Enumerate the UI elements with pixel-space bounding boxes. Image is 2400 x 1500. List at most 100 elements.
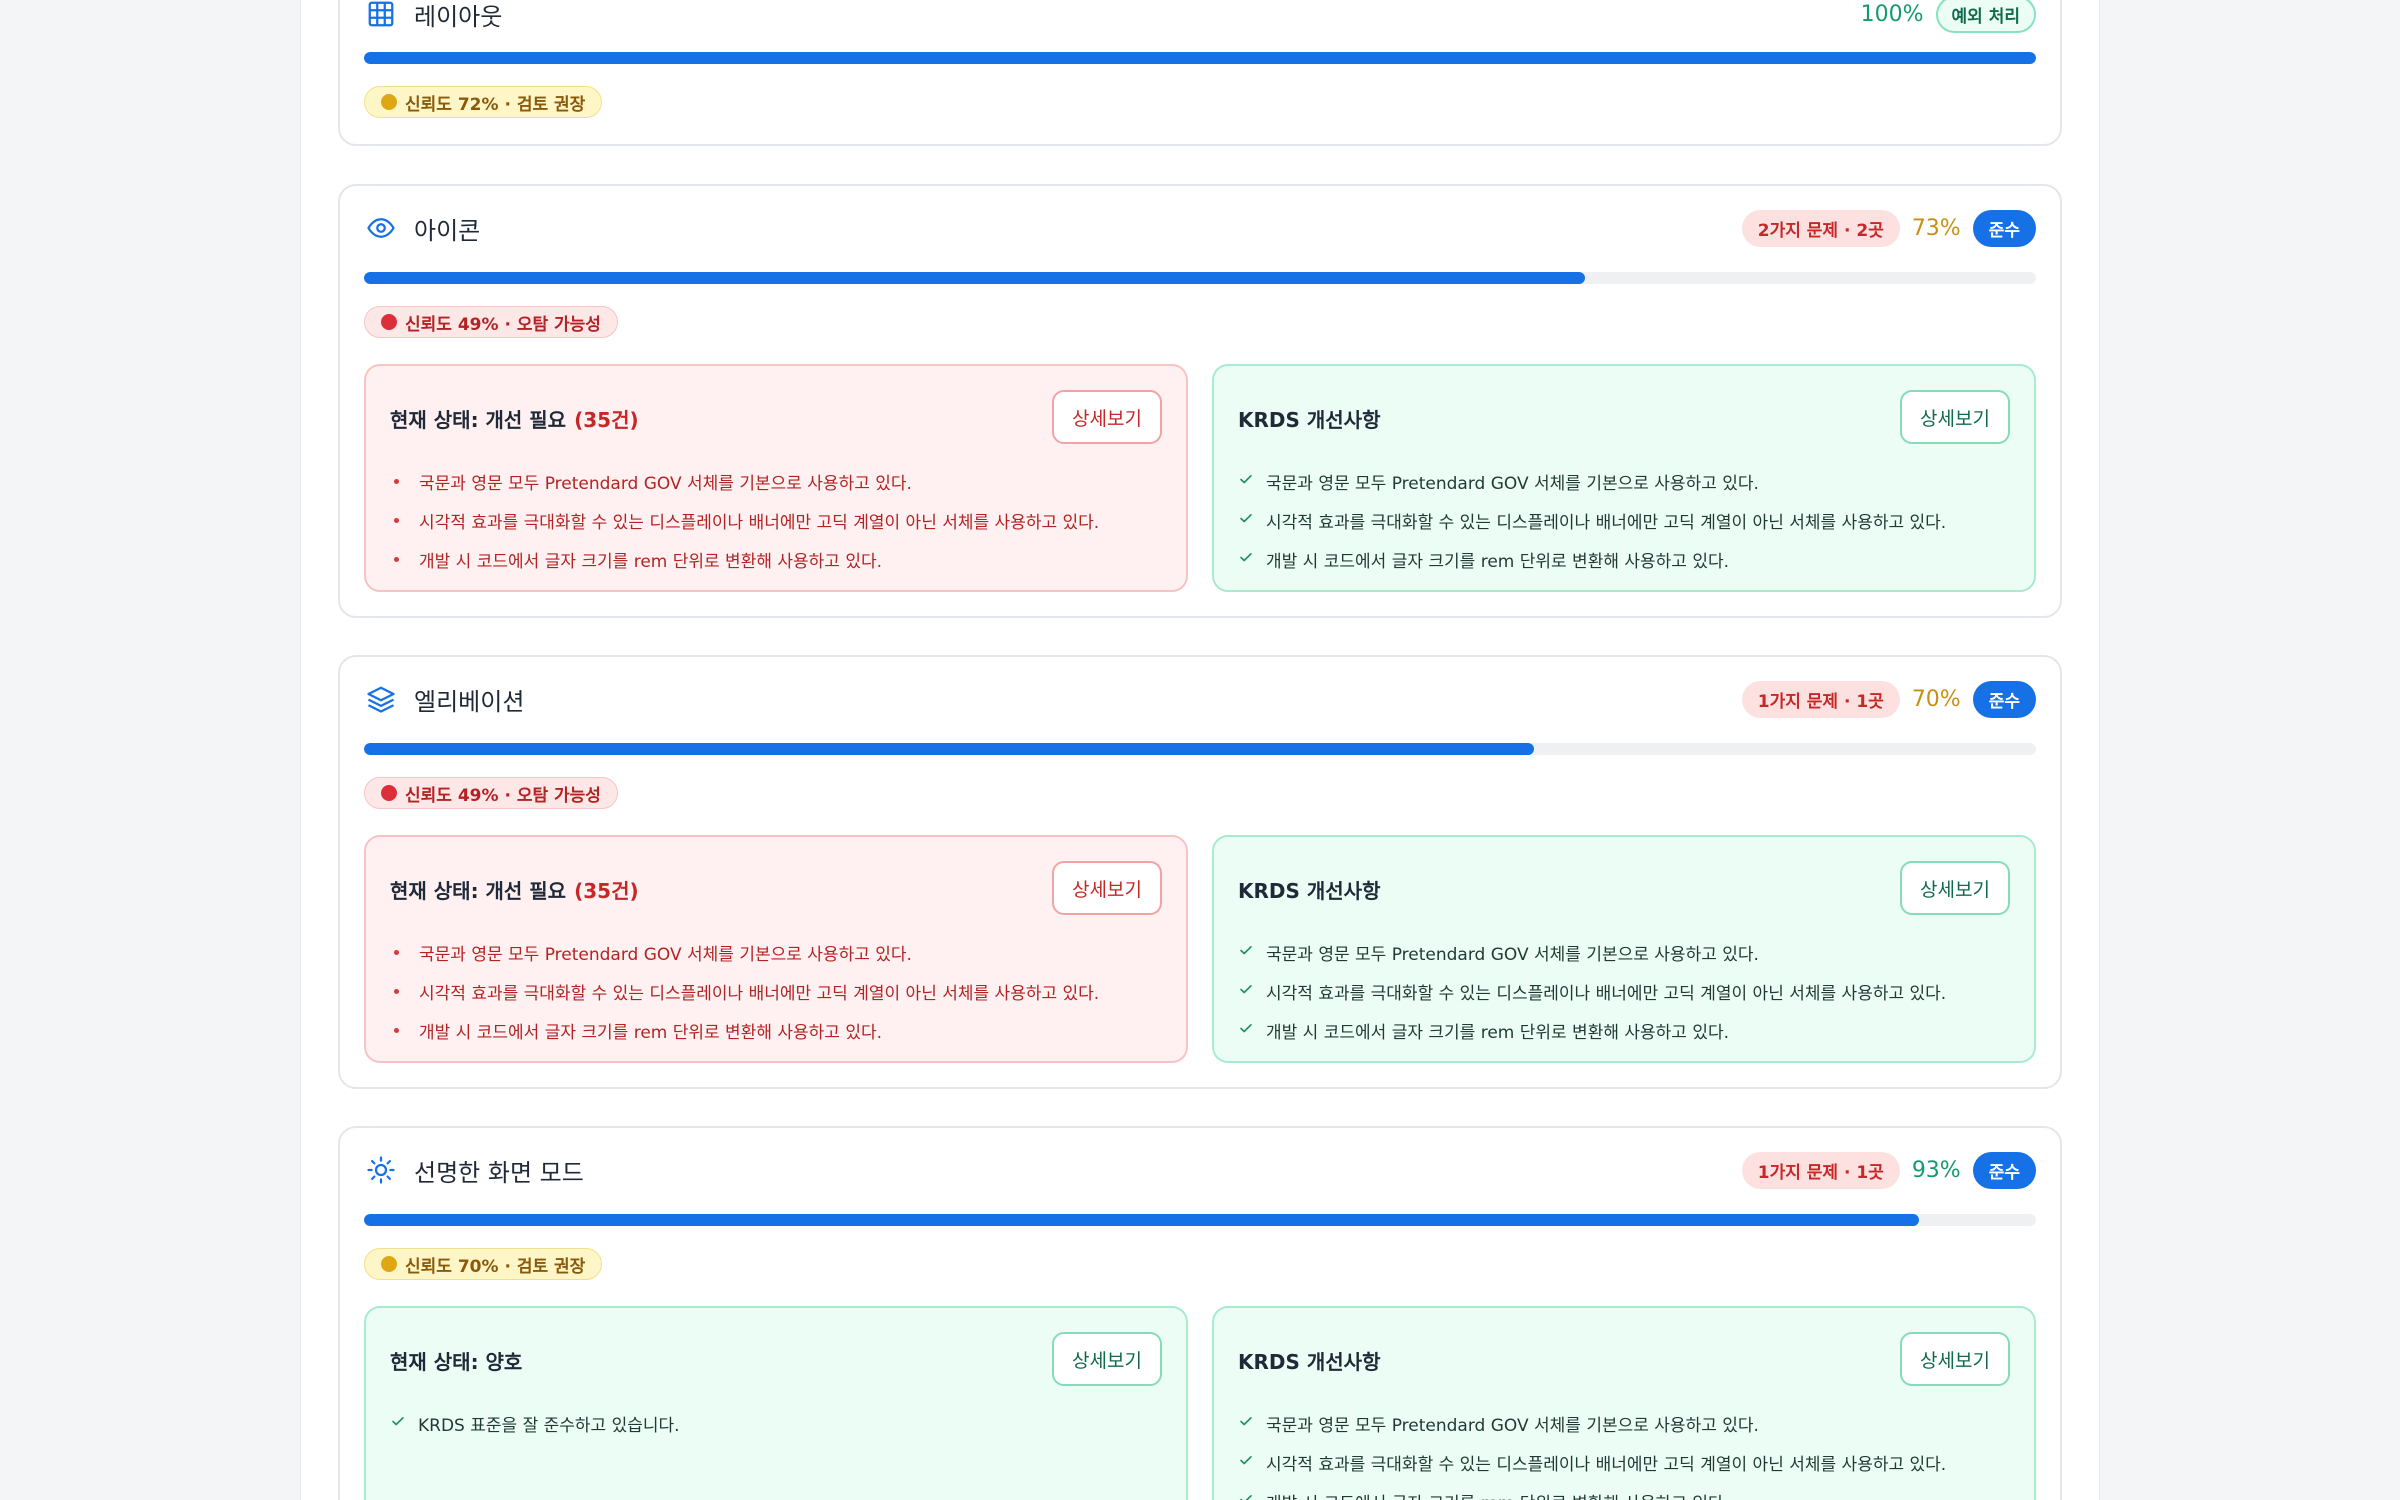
- krds-title: KRDS 개선사항: [1238, 408, 1381, 432]
- list-item-text: 개발 시 코드에서 글자 크기를 rem 단위로 변환해 사용하고 있다.: [1266, 1489, 1729, 1500]
- list-item: 국문과 영문 모두 Pretendard GOV 서체를 기본으로 사용하고 있…: [1238, 1404, 2010, 1443]
- list-item-text: 국문과 영문 모두 Pretendard GOV 서체를 기본으로 사용하고 있…: [1266, 945, 1759, 965]
- list-item: 국문과 영문 모두 Pretendard GOV 서체를 기본으로 사용하고 있…: [390, 462, 1162, 501]
- current-status-title: 현재 상태: 양호: [390, 1350, 523, 1374]
- check-icon: [390, 1413, 418, 1434]
- detail-button[interactable]: 상세보기: [1900, 861, 2010, 915]
- current-status-title: 현재 상태: 개선 필요 (35건): [390, 408, 639, 432]
- list-item-text: 시각적 효과를 극대화할 수 있는 디스플레이나 배너에만 고딕 계열이 아닌 …: [1266, 984, 1947, 1004]
- issue-count-badge: 2가지 문제 · 2곳: [1741, 209, 1900, 247]
- section-card-elevation: 엘리베이션 1가지 문제 · 1곳 70% 준수 신뢰도 49% · 오탐 가능…: [338, 655, 2062, 1089]
- krds-improvement-box: KRDS 개선사항 상세보기 국문과 영문 모두 Pretendard GOV …: [1212, 364, 2036, 592]
- progress-track: [364, 743, 2036, 755]
- list-item-text: 국문과 영문 모두 Pretendard GOV 서체를 기본으로 사용하고 있…: [1266, 474, 1759, 494]
- krds-title: KRDS 개선사항: [1238, 879, 1381, 903]
- list-item: 국문과 영문 모두 Pretendard GOV 서체를 기본으로 사용하고 있…: [1238, 462, 2010, 501]
- confidence-text: 신뢰도 72% · 검토 권장: [405, 94, 586, 115]
- issue-count: (35건): [574, 408, 639, 432]
- check-icon: [1238, 981, 1266, 1002]
- section-header: 선명한 화면 모드 1가지 문제 · 1곳 93% 준수: [364, 1151, 2036, 1189]
- bullet-icon: [394, 557, 399, 562]
- eye-icon: [364, 211, 398, 245]
- krds-improvement-box: KRDS 개선사항 상세보기 국문과 영문 모두 Pretendard GOV …: [1212, 835, 2036, 1063]
- detail-button[interactable]: 상세보기: [1052, 390, 1162, 444]
- progress-fill: [364, 272, 1585, 284]
- current-status-box: 현재 상태: 개선 필요 (35건) 상세보기 국문과 영문 모두 Pretend…: [364, 364, 1188, 592]
- issue-list: 국문과 영문 모두 Pretendard GOV 서체를 기본으로 사용하고 있…: [390, 933, 1162, 1050]
- improvement-list: 국문과 영문 모두 Pretendard GOV 서체를 기본으로 사용하고 있…: [1238, 1404, 2010, 1500]
- improvement-list: 국문과 영문 모두 Pretendard GOV 서체를 기본으로 사용하고 있…: [1238, 462, 2010, 579]
- detail-button[interactable]: 상세보기: [1052, 1332, 1162, 1386]
- list-item-text: 국문과 영문 모두 Pretendard GOV 서체를 기본으로 사용하고 있…: [1266, 1416, 1759, 1436]
- section-header: 레이아웃 100% 예외 처리: [364, 0, 2036, 33]
- issue-count: (35건): [574, 879, 639, 903]
- check-icon: [1238, 1491, 1266, 1500]
- bullet-icon: [394, 518, 399, 523]
- status-badge: 준수: [1972, 1151, 2036, 1189]
- list-item: 개발 시 코드에서 글자 크기를 rem 단위로 변환해 사용하고 있다.: [390, 540, 1162, 579]
- list-item-text: KRDS 표준을 잘 준수하고 있습니다.: [418, 1416, 680, 1436]
- check-icon: [1238, 942, 1266, 963]
- list-item-text: 개발 시 코드에서 글자 크기를 rem 단위로 변환해 사용하고 있다.: [419, 1023, 883, 1043]
- current-status-box: 현재 상태: 개선 필요 (35건) 상세보기 국문과 영문 모두 Pretend…: [364, 835, 1188, 1063]
- confidence-text: 신뢰도 70% · 검토 권장: [405, 1256, 586, 1277]
- bullet-icon: [394, 950, 399, 955]
- list-item-text: 개발 시 코드에서 글자 크기를 rem 단위로 변환해 사용하고 있다.: [1266, 1023, 1730, 1043]
- confidence-dot-icon: [381, 785, 397, 801]
- status-list: KRDS 표준을 잘 준수하고 있습니다.: [390, 1404, 1162, 1443]
- check-icon: [1238, 1413, 1266, 1434]
- progress-fill: [364, 1214, 1919, 1226]
- section-card-layout: 레이아웃 100% 예외 처리 신뢰도 72% · 검토 권장: [338, 0, 2062, 146]
- check-icon: [1238, 510, 1266, 531]
- bullet-icon: [394, 479, 399, 484]
- list-item: 시각적 효과를 극대화할 수 있는 디스플레이나 배너에만 고딕 계열이 아닌 …: [1238, 972, 2010, 1011]
- current-status-box: 현재 상태: 양호 상세보기 KRDS 표준을 잘 준수하고 있습니다.: [364, 1306, 1188, 1500]
- grid-icon: [364, 0, 398, 31]
- list-item-text: 시각적 효과를 극대화할 수 있는 디스플레이나 배너에만 고딕 계열이 아닌 …: [419, 984, 1100, 1004]
- list-item-text: 국문과 영문 모두 Pretendard GOV 서체를 기본으로 사용하고 있…: [419, 474, 912, 494]
- list-item: 개발 시 코드에서 글자 크기를 rem 단위로 변환해 사용하고 있다.: [1238, 1011, 2010, 1050]
- list-item-text: 시각적 효과를 극대화할 수 있는 디스플레이나 배너에만 고딕 계열이 아닌 …: [1266, 1455, 1947, 1475]
- detail-button[interactable]: 상세보기: [1900, 1332, 2010, 1386]
- confidence-dot-icon: [381, 314, 397, 330]
- section-score: 93%: [1911, 1157, 1961, 1183]
- layers-icon: [364, 682, 398, 716]
- status-badge: 준수: [1972, 209, 2036, 247]
- bullet-icon: [394, 1028, 399, 1033]
- confidence-dot-icon: [381, 1256, 397, 1272]
- check-icon: [1238, 549, 1266, 570]
- check-icon: [1238, 471, 1266, 492]
- issue-count-badge: 1가지 문제 · 1곳: [1741, 680, 1900, 718]
- confidence-dot-icon: [381, 94, 397, 110]
- progress-track: [364, 272, 2036, 284]
- progress-fill: [364, 52, 2036, 64]
- list-item: KRDS 표준을 잘 준수하고 있습니다.: [390, 1404, 1162, 1443]
- detail-button[interactable]: 상세보기: [1052, 861, 1162, 915]
- section-card-high-contrast: 선명한 화면 모드 1가지 문제 · 1곳 93% 준수 신뢰도 70% · 검…: [338, 1126, 2062, 1500]
- status-badge: 준수: [1972, 680, 2036, 718]
- section-header: 엘리베이션 1가지 문제 · 1곳 70% 준수: [364, 680, 2036, 718]
- confidence-badge: 신뢰도 49% · 오탐 가능성: [364, 777, 618, 809]
- detail-button[interactable]: 상세보기: [1900, 390, 2010, 444]
- krds-improvement-box: KRDS 개선사항 상세보기 국문과 영문 모두 Pretendard GOV …: [1212, 1306, 2036, 1500]
- section-header: 아이콘 2가지 문제 · 2곳 73% 준수: [364, 209, 2036, 247]
- progress-track: [364, 52, 2036, 64]
- list-item-text: 시각적 효과를 극대화할 수 있는 디스플레이나 배너에만 고딕 계열이 아닌 …: [1266, 513, 1947, 533]
- check-icon: [1238, 1452, 1266, 1473]
- section-title: 엘리베이션: [414, 687, 525, 716]
- list-item: 개발 시 코드에서 글자 크기를 rem 단위로 변환해 사용하고 있다.: [1238, 1482, 2010, 1500]
- confidence-text: 신뢰도 49% · 오탐 가능성: [405, 785, 601, 806]
- list-item: 국문과 영문 모두 Pretendard GOV 서체를 기본으로 사용하고 있…: [390, 933, 1162, 972]
- section-score: 70%: [1911, 686, 1961, 712]
- list-item: 시각적 효과를 극대화할 수 있는 디스플레이나 배너에만 고딕 계열이 아닌 …: [1238, 501, 2010, 540]
- improvement-list: 국문과 영문 모두 Pretendard GOV 서체를 기본으로 사용하고 있…: [1238, 933, 2010, 1050]
- section-score: 100%: [1860, 1, 1924, 27]
- list-item: 국문과 영문 모두 Pretendard GOV 서체를 기본으로 사용하고 있…: [1238, 933, 2010, 972]
- list-item: 시각적 효과를 극대화할 수 있는 디스플레이나 배너에만 고딕 계열이 아닌 …: [390, 501, 1162, 540]
- section-card-icons: 아이콘 2가지 문제 · 2곳 73% 준수 신뢰도 49% · 오탐 가능성 …: [338, 184, 2062, 618]
- current-status-title: 현재 상태: 개선 필요 (35건): [390, 879, 639, 903]
- list-item: 시각적 효과를 극대화할 수 있는 디스플레이나 배너에만 고딕 계열이 아닌 …: [1238, 1443, 2010, 1482]
- issue-count-badge: 1가지 문제 · 1곳: [1741, 1151, 1900, 1189]
- section-title: 선명한 화면 모드: [414, 1158, 584, 1187]
- list-item: 개발 시 코드에서 글자 크기를 rem 단위로 변환해 사용하고 있다.: [390, 1011, 1162, 1050]
